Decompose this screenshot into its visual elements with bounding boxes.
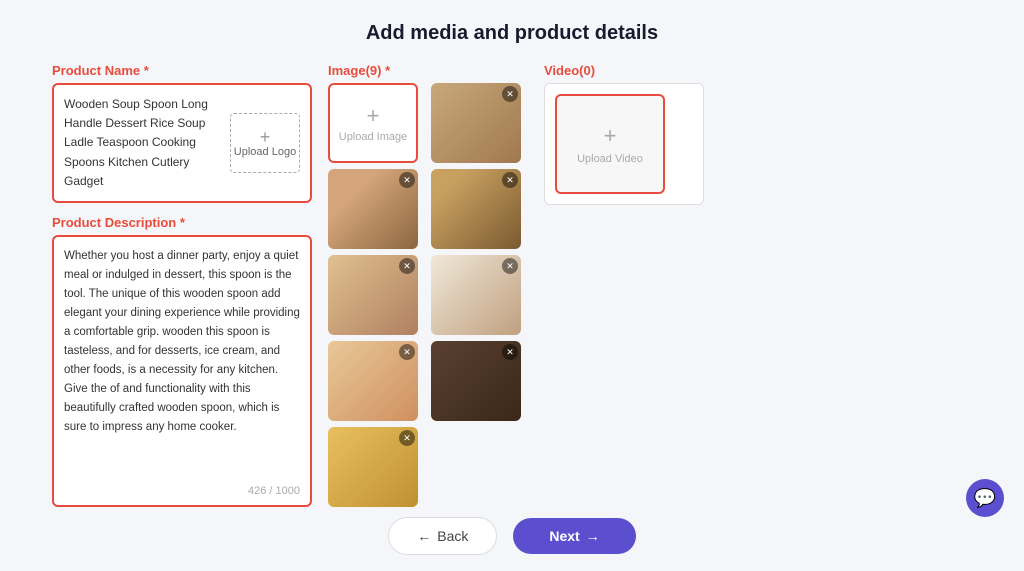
back-label: Back (437, 528, 468, 544)
next-label: Next (549, 528, 579, 544)
image-item: ✕ (328, 427, 418, 507)
video-section: Video(0) + Upload Video (544, 63, 704, 507)
product-name-section: Product Name * Wooden Soup Spoon Long Ha… (52, 63, 312, 203)
upload-video-button[interactable]: + Upload Video (555, 94, 665, 194)
upload-image-button[interactable]: + Upload Image (328, 83, 418, 163)
image-item: ✕ (328, 341, 418, 421)
main-content: Product Name * Wooden Soup Spoon Long Ha… (52, 63, 972, 507)
video-section-label: Video(0) (544, 63, 704, 78)
upload-image-label: Upload Image (339, 131, 408, 143)
remove-image-button[interactable]: ✕ (399, 344, 415, 360)
chat-icon: 💬 (974, 488, 996, 509)
chat-button[interactable]: 💬 (966, 479, 1004, 517)
next-button[interactable]: Next → (513, 518, 635, 554)
description-text: Whether you host a dinner party, enjoy a… (64, 247, 300, 437)
upload-logo-label: Upload Logo (234, 146, 296, 158)
image-item: ✕ (328, 169, 418, 249)
remove-image-button[interactable]: ✕ (502, 86, 518, 102)
remove-image-button[interactable]: ✕ (399, 430, 415, 446)
upload-video-label: Upload Video (577, 153, 643, 165)
page-title: Add media and product details (366, 22, 658, 45)
remove-image-button[interactable]: ✕ (399, 258, 415, 274)
image-section: Image(9) * + Upload Image ✕ ✕ ✕ ✕ (328, 63, 528, 507)
remove-image-button[interactable]: ✕ (502, 172, 518, 188)
back-button[interactable]: ← Back (388, 517, 497, 555)
image-item: ✕ (431, 83, 521, 163)
image-item: ✕ (431, 169, 521, 249)
product-description-section: Product Description * Whether you host a… (52, 215, 312, 507)
plus-icon: + (367, 103, 380, 129)
left-column: Product Name * Wooden Soup Spoon Long Ha… (52, 63, 312, 507)
plus-icon: + (260, 128, 271, 146)
description-box[interactable]: Whether you host a dinner party, enjoy a… (52, 235, 312, 507)
remove-image-button[interactable]: ✕ (399, 172, 415, 188)
image-grid: + Upload Image ✕ ✕ ✕ ✕ ✕ (328, 83, 528, 507)
char-count: 426 / 1000 (248, 485, 300, 497)
product-name-box: Wooden Soup Spoon Long Handle Dessert Ri… (52, 83, 312, 203)
next-arrow-icon: → (586, 528, 600, 544)
product-description-label: Product Description * (52, 215, 312, 230)
remove-image-button[interactable]: ✕ (502, 258, 518, 274)
image-item: ✕ (328, 255, 418, 335)
image-item: ✕ (431, 341, 521, 421)
video-upload-box: + Upload Video (544, 83, 704, 205)
bottom-bar: ← Back Next → (0, 507, 1024, 571)
image-section-label: Image(9) * (328, 63, 528, 78)
back-arrow-icon: ← (417, 528, 431, 544)
remove-image-button[interactable]: ✕ (502, 344, 518, 360)
product-name-label: Product Name * (52, 63, 312, 78)
image-item: ✕ (431, 255, 521, 335)
product-name-text: Wooden Soup Spoon Long Handle Dessert Ri… (64, 95, 222, 191)
upload-logo-button[interactable]: + Upload Logo (230, 113, 300, 173)
plus-icon: + (604, 123, 617, 149)
